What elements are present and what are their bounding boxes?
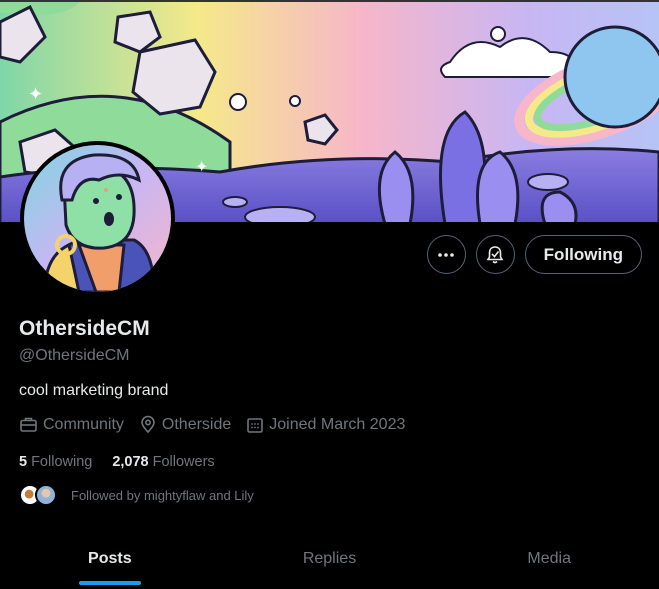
tab-posts[interactable]: Posts — [0, 537, 220, 589]
following-label: Following — [31, 454, 93, 470]
more-button[interactable] — [426, 235, 466, 274]
tab-replies-label: Replies — [302, 550, 357, 567]
meta-location-label: Otherside — [161, 415, 232, 433]
followers-label: Followers — [152, 454, 215, 470]
following-count-link[interactable]: 5 Following — [19, 454, 92, 470]
followers-count: 2,078 — [112, 454, 149, 470]
tab-posts-label: Posts — [88, 550, 132, 567]
followers-count-link[interactable]: 2,078 Followers — [112, 454, 214, 470]
briefcase-icon — [20, 417, 37, 432]
profile-bio: cool marketing brand — [19, 382, 169, 399]
active-tab-indicator — [78, 581, 141, 585]
tab-replies[interactable]: Replies — [220, 537, 440, 589]
more-icon — [438, 252, 454, 257]
tab-media-label: Media — [527, 550, 571, 567]
meta-joined-label: Joined March 2023 — [269, 415, 406, 433]
following-button[interactable]: Following — [524, 235, 642, 274]
meta-category-label[interactable]: Community — [43, 416, 124, 434]
profile-avatar[interactable] — [20, 141, 175, 296]
meta-location: Otherside — [139, 415, 231, 434]
followed-by-avatars — [19, 484, 57, 506]
meta-category: Community — [19, 415, 124, 434]
followed-by[interactable]: Followed by mightyflaw and Lily — [19, 484, 254, 506]
profile-name: OthersideCM — [19, 317, 150, 340]
location-pin-icon — [141, 415, 155, 434]
notifications-button[interactable] — [475, 235, 515, 274]
svg-text:✦: ✦ — [195, 157, 208, 176]
calendar-icon — [247, 417, 264, 433]
following-count: 5 — [19, 454, 28, 470]
profile-handle: @OthersideCM — [19, 347, 130, 364]
profile-meta: Community Otherside Joined March 2023 — [19, 415, 420, 434]
profile-actions: Following — [426, 235, 642, 274]
tab-media[interactable]: Media — [439, 537, 659, 589]
follower-avatar — [35, 484, 57, 506]
bell-icon — [486, 245, 504, 263]
profile-tabs: Posts Replies Media — [0, 537, 659, 589]
meta-joined: Joined March 2023 — [246, 416, 405, 434]
svg-text:✦: ✦ — [28, 84, 43, 105]
followed-by-text: Followed by mightyflaw and Lily — [71, 487, 254, 503]
follow-counts: 5 Following 2,078 Followers — [19, 454, 235, 470]
